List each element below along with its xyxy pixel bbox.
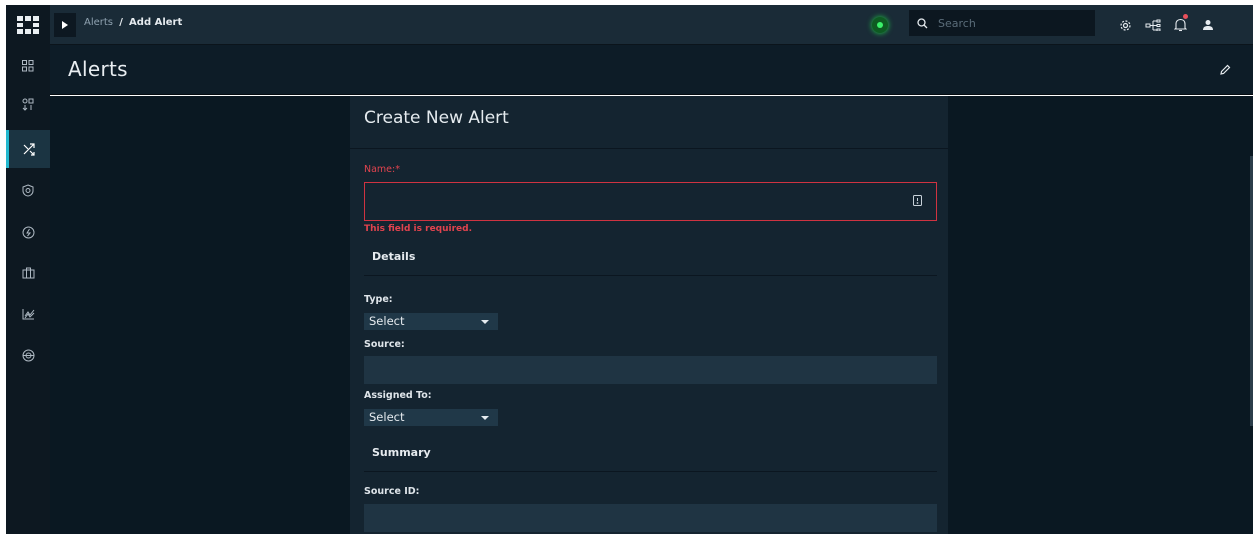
main-content: Create New Alert Name:* This field is re… — [50, 96, 1253, 534]
source-input[interactable] — [364, 356, 937, 384]
required-mark: * — [395, 164, 400, 175]
bolt-icon — [22, 226, 34, 238]
breadcrumb-alerts-link[interactable]: Alerts — [84, 17, 113, 28]
globe-icon — [22, 349, 34, 361]
nav-actions[interactable] — [6, 213, 50, 251]
name-field — [364, 182, 937, 221]
assigned-to-label: Assigned To: — [364, 390, 432, 401]
shuffle-icon — [23, 142, 35, 156]
nav-cases[interactable] — [6, 254, 50, 292]
form-header: Create New Alert — [350, 96, 948, 149]
field-info-icon — [913, 195, 922, 206]
sidebar — [6, 5, 50, 534]
sidebar-toggle-button[interactable] — [54, 13, 76, 37]
gear-icon — [1119, 19, 1131, 31]
chart-icon — [22, 309, 34, 320]
page-header: Alerts — [50, 45, 1253, 95]
source-id-label: Source ID: — [364, 486, 420, 497]
play-icon — [62, 21, 68, 29]
status-light-icon — [877, 22, 883, 28]
top-bar: Alerts / Add Alert — [50, 5, 1253, 45]
user-icon — [1203, 20, 1213, 30]
global-search — [909, 10, 1095, 36]
assigned-to-select[interactable]: Select — [364, 409, 498, 426]
notification-badge — [1183, 14, 1188, 19]
logo-icon — [17, 16, 39, 34]
bell-icon — [1173, 18, 1187, 32]
create-alert-form: Create New Alert Name:* This field is re… — [350, 96, 948, 534]
source-id-field — [364, 504, 937, 532]
breadcrumb: Alerts / Add Alert — [84, 17, 182, 28]
details-section-heading: Details — [364, 250, 937, 276]
source-id-input[interactable] — [364, 504, 937, 532]
app-logo[interactable] — [6, 5, 50, 45]
breadcrumb-current: Add Alert — [129, 17, 183, 28]
name-label: Name:* — [364, 164, 400, 175]
settings-button[interactable] — [1116, 16, 1134, 34]
hierarchy-icon — [1145, 19, 1161, 31]
nav-security[interactable] — [6, 171, 50, 209]
search-input[interactable] — [938, 16, 1078, 30]
source-label: Source: — [364, 339, 405, 350]
search-icon — [917, 17, 928, 28]
workflow-button[interactable] — [1144, 16, 1162, 34]
briefcase-icon — [22, 267, 34, 279]
assigned-to-select-value: Select — [369, 410, 405, 424]
notifications-button[interactable] — [1171, 14, 1189, 34]
sort-icon — [22, 98, 34, 111]
nav-reports[interactable] — [6, 295, 50, 333]
type-select-value: Select — [369, 314, 405, 328]
nav-alerts[interactable] — [6, 130, 50, 168]
name-error-message: This field is required. — [364, 224, 473, 234]
summary-section-heading: Summary — [364, 446, 937, 472]
chevron-down-icon — [481, 416, 489, 420]
edit-button[interactable] — [1217, 62, 1233, 78]
form-title: Create New Alert — [364, 108, 509, 128]
page-title: Alerts — [68, 57, 128, 81]
pencil-icon — [1220, 64, 1231, 75]
breadcrumb-separator: / — [119, 17, 123, 28]
nav-dashboard[interactable] — [6, 47, 50, 85]
name-label-text: Name: — [364, 164, 396, 175]
dashboard-icon — [22, 60, 34, 72]
user-menu-button[interactable] — [1199, 16, 1217, 34]
type-label: Type: — [364, 294, 393, 305]
nav-network[interactable] — [6, 336, 50, 374]
shield-icon — [22, 183, 34, 197]
nav-sort[interactable] — [6, 85, 50, 123]
chevron-down-icon — [481, 320, 489, 324]
connection-status-indicator[interactable] — [872, 17, 888, 33]
type-select[interactable]: Select — [364, 313, 498, 330]
name-input[interactable] — [365, 183, 936, 220]
source-field — [364, 356, 937, 384]
